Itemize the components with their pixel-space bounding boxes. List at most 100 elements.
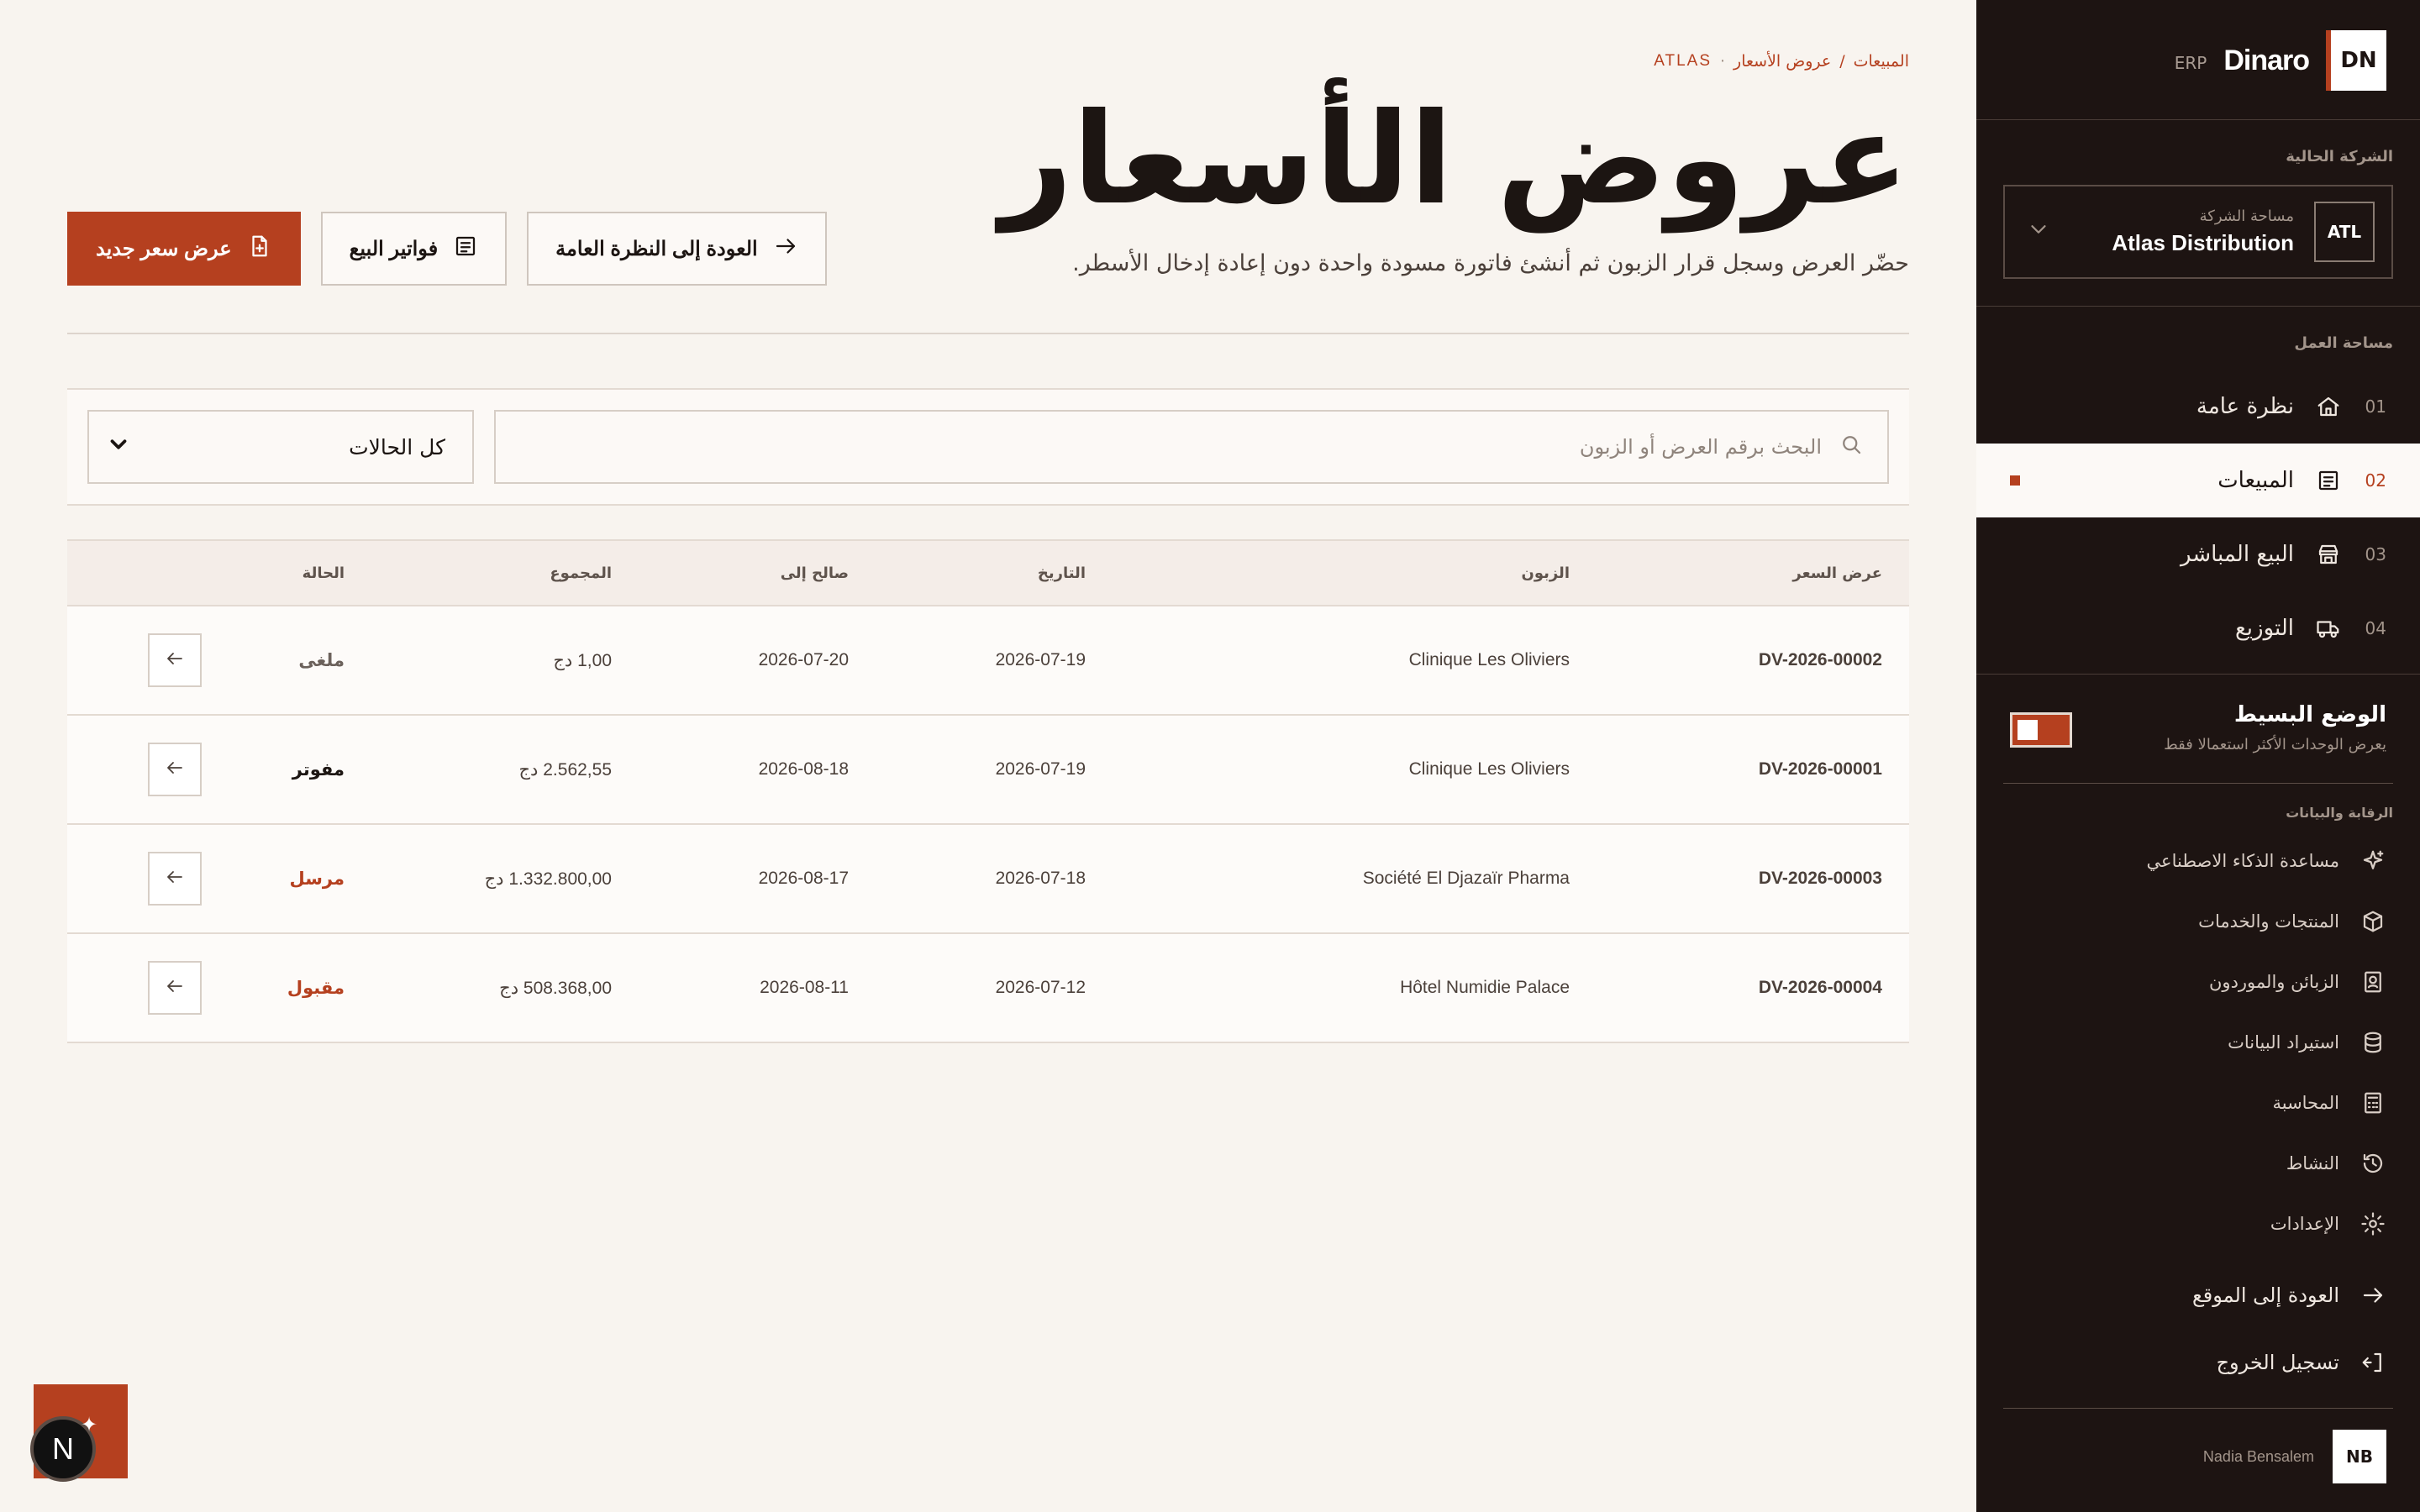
store-icon: [2314, 540, 2343, 569]
nav-label: المحاسبة: [2272, 1093, 2339, 1113]
column-header-client: الزبون: [1113, 539, 1597, 606]
page-actions: عرض سعر جديد فواتير البيع العودة إلى الن…: [67, 212, 827, 286]
nav-number: 04: [2365, 618, 2386, 638]
quote-number: DV-2026-00002: [1597, 606, 1909, 716]
quote-total: 1,00 دج: [371, 606, 639, 716]
divider: [1976, 119, 2420, 120]
user-name: Nadia Bensalem: [2202, 1447, 2314, 1465]
nav-item-ai-assist[interactable]: مساعدة الذكاء الاصطناعي: [2010, 840, 2386, 882]
column-header-quote: عرض السعر: [1597, 539, 1909, 606]
table-header-row: عرض السعر الزبون التاريخ صالح إلى المجمو…: [67, 539, 1909, 606]
brand-suffix: ERP: [2174, 53, 2207, 73]
status-badge: مقبول: [229, 933, 371, 1043]
chevron-down-icon: [106, 432, 131, 462]
table-row[interactable]: DV-2026-00003 Société El Djazaïr Pharma 20…: [67, 824, 1909, 934]
divider: [2003, 1408, 2393, 1409]
table-row[interactable]: DV-2026-00002 Clinique Les Oliviers 2026-0…: [67, 606, 1909, 716]
simple-mode-toggle[interactable]: [2010, 712, 2072, 748]
home-icon: [2314, 392, 2343, 421]
breadcrumb-sales-link[interactable]: المبيعات: [1854, 52, 1909, 71]
table-row[interactable]: DV-2026-00001 Clinique Les Oliviers 2026-0…: [67, 715, 1909, 825]
client-name: Clinique Les Oliviers: [1113, 715, 1597, 825]
company-name: Atlas Distribution: [2112, 230, 2294, 255]
toggle-knob: [2018, 720, 2038, 740]
status-badge: ملغى: [229, 606, 371, 716]
column-header-valid-until: صالح إلى: [639, 539, 876, 606]
user-profile[interactable]: NB Nadia Bensalem: [2010, 1430, 2386, 1483]
nav-label: مساعدة الذكاء الاصطناعي: [2146, 851, 2339, 871]
nav-number: 01: [2365, 396, 2386, 417]
calculator-icon: [2360, 1089, 2386, 1116]
open-quote-button[interactable]: [148, 852, 202, 906]
open-quote-button[interactable]: [148, 633, 202, 687]
nav-item-overview[interactable]: 01 نظرة عامة: [1976, 370, 2420, 444]
new-quote-label: عرض سعر جديد: [96, 237, 232, 260]
column-header-actions: [67, 539, 229, 606]
sparkle-icon: ✦: [81, 1413, 98, 1436]
company-badge: ATL: [2314, 202, 2375, 262]
nav-item-accounting[interactable]: المحاسبة: [2010, 1082, 2386, 1124]
quote-date: 2026-07-18: [876, 824, 1113, 934]
workspace-label: مساحة العمل: [2294, 334, 2393, 352]
arrow-right-icon: [2360, 1282, 2386, 1309]
valid-until: 2026-07-20: [639, 606, 876, 716]
nav-item-contacts[interactable]: الزبائن والموردون: [2010, 961, 2386, 1003]
arrow-left-icon: [165, 976, 185, 1000]
nav-label: التوزيع: [2234, 616, 2294, 641]
nav-label: نظرة عامة: [2196, 394, 2294, 419]
simple-mode-subtitle: يعرض الوحدات الأكثر استعمالا فقط: [2164, 736, 2386, 753]
brand-name: Dinaro: [2223, 44, 2310, 76]
page-subtitle: حضّر العرض وسجل قرار الزبون ثم أنشئ فاتو…: [1072, 250, 1909, 276]
nav-label: استيراد البيانات: [2228, 1032, 2339, 1053]
quote-date: 2026-07-19: [876, 715, 1113, 825]
breadcrumb-company: ATLAS: [1654, 52, 1712, 70]
company-section-label: الشركة الحالية: [2286, 148, 2393, 165]
nav-label: الإعدادات: [2270, 1214, 2339, 1234]
client-name: Hôtel Numidie Palace: [1113, 933, 1597, 1043]
receipt-icon: [2314, 466, 2343, 495]
nav-label: البيع المباشر: [2180, 542, 2294, 567]
row-actions: [67, 715, 229, 825]
divider: [1976, 674, 2420, 675]
sales-invoices-button[interactable]: فواتير البيع: [320, 212, 508, 286]
divider: [1976, 306, 2420, 307]
breadcrumb-dot: ·: [1720, 52, 1726, 71]
nav-item-settings[interactable]: الإعدادات: [2010, 1203, 2386, 1245]
logout-link[interactable]: تسجيل الخروج: [2010, 1339, 2386, 1386]
row-actions: [67, 824, 229, 934]
nav-item-import[interactable]: استيراد البيانات: [2010, 1021, 2386, 1063]
settings-icon: [2360, 1210, 2386, 1237]
valid-until: 2026-08-11: [639, 933, 876, 1043]
search-input[interactable]: البحث برقم العرض أو الزبون: [494, 410, 1889, 484]
divider: [2003, 783, 2393, 784]
filter-bar: البحث برقم العرض أو الزبون كل الحالات: [67, 388, 1909, 506]
back-to-site-link[interactable]: العودة إلى الموقع: [2010, 1272, 2386, 1319]
nav-item-products[interactable]: المنتجات والخدمات: [2010, 900, 2386, 942]
chevron-down-icon: [2022, 217, 2055, 248]
nav-item-distribution[interactable]: 04 التوزيع: [1976, 591, 2420, 665]
new-quote-button[interactable]: عرض سعر جديد: [67, 212, 301, 286]
sales-invoices-label: فواتير البيع: [349, 237, 439, 260]
nav-item-sales[interactable]: 02 المبيعات: [1976, 444, 2420, 517]
arrow-left-icon: [165, 867, 185, 891]
quote-number: DV-2026-00001: [1597, 715, 1909, 825]
company-switcher[interactable]: ATL مساحة الشركة Atlas Distribution: [2003, 185, 2393, 279]
back-overview-button[interactable]: العودة إلى النظرة العامة: [527, 212, 827, 286]
search-placeholder: البحث برقم العرض أو الزبون: [1579, 435, 1822, 459]
table-row[interactable]: DV-2026-00004 Hôtel Numidie Palace 2026-07…: [67, 933, 1909, 1043]
brand-logo: DN: [2326, 30, 2386, 91]
nav-item-direct-sale[interactable]: 03 البيع المباشر: [1976, 517, 2420, 591]
search-icon: [1839, 432, 1864, 462]
database-icon: [2360, 1029, 2386, 1056]
quote-date: 2026-07-12: [876, 933, 1113, 1043]
brand[interactable]: DN Dinaro ERP: [2010, 30, 2386, 91]
divider: [67, 333, 1909, 334]
receipt-icon: [453, 234, 478, 265]
open-quote-button[interactable]: [148, 743, 202, 796]
nav-item-activity[interactable]: النشاط: [2010, 1142, 2386, 1184]
quote-number: DV-2026-00003: [1597, 824, 1909, 934]
simple-mode-title: الوضع البسيط: [2233, 702, 2386, 727]
status-filter-select[interactable]: كل الحالات: [87, 410, 474, 484]
open-quote-button[interactable]: [148, 961, 202, 1015]
history-icon: [2360, 1150, 2386, 1177]
